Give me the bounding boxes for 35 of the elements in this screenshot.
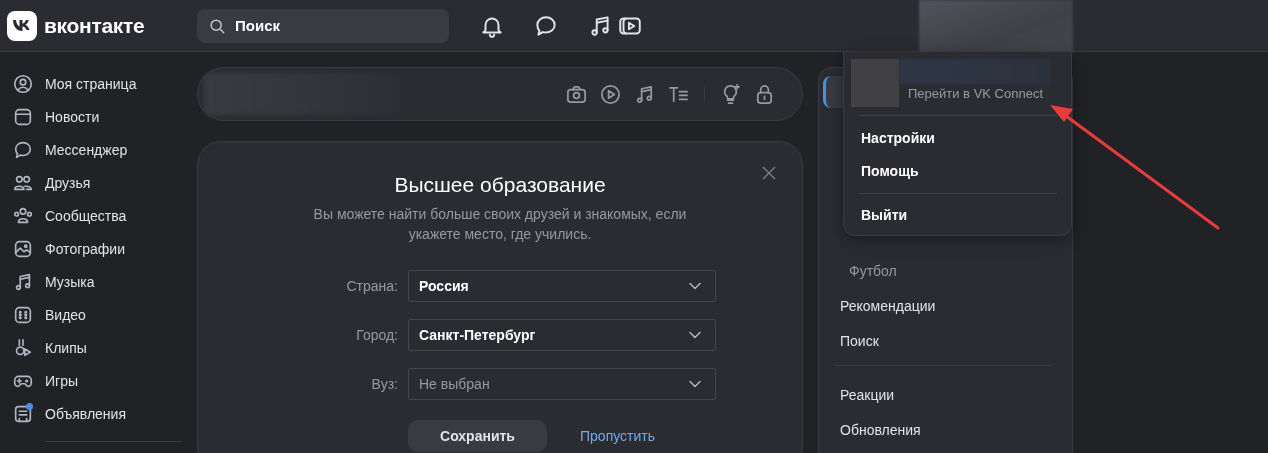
sidebar-item[interactable]: Музыка	[12, 265, 190, 298]
nav-item[interactable]: Реакции	[823, 377, 1064, 412]
nav-subitem[interactable]: Футбол	[823, 253, 1064, 288]
sidebar-item[interactable]: Игры	[12, 364, 190, 397]
dropdown-field[interactable]: Не выбран	[408, 368, 716, 400]
sidebar-item[interactable]: Мессенджер	[12, 133, 190, 166]
logo-text: вконтакте	[44, 13, 145, 38]
nav-item[interactable]: Поиск	[823, 323, 1064, 358]
sidebar-item[interactable]: Сообщества	[12, 199, 190, 232]
vk-connect-link[interactable]: Перейти в VK Connect	[908, 86, 1043, 107]
field-label: Страна:	[345, 278, 398, 294]
sidebar-item[interactable]: Видео	[12, 298, 190, 331]
nav-item[interactable]: Обновления	[823, 412, 1064, 447]
menu-item[interactable]: Настройки	[851, 121, 1057, 154]
field-label: Город:	[355, 327, 398, 343]
card-description: Вы можете найти больше своих друзей и знакомых, если укажете место, где учились.	[312, 205, 688, 244]
dropdown-field[interactable]: Россия	[408, 270, 716, 302]
sidebar-item[interactable]: Клипы	[12, 331, 190, 364]
user-circle-icon	[12, 72, 34, 95]
menu-item[interactable]: Помощь	[851, 154, 1057, 187]
menu-item[interactable]: Выйти	[859, 193, 1057, 231]
vk-logo-icon[interactable]	[7, 10, 37, 41]
save-button[interactable]: Сохранить	[408, 420, 547, 452]
sidebar-item[interactable]: Друзья	[12, 166, 190, 199]
sidebar-item[interactable]: Фотографии	[12, 232, 190, 265]
search-field[interactable]: Поиск	[197, 8, 449, 43]
dropdown-field[interactable]: Санкт-Петербург	[408, 319, 716, 351]
nav-item[interactable]: Рекомендации	[823, 288, 1064, 323]
field-label: Вуз:	[370, 376, 398, 392]
skip-link[interactable]: Пропустить	[580, 428, 655, 444]
sidebar-item[interactable]: Моя страница	[12, 67, 190, 100]
sidebar-item[interactable]: Новости	[12, 100, 190, 133]
sidebar-item[interactable]: Объявления	[12, 397, 190, 430]
card-title: Высшее образование	[394, 172, 606, 198]
play-circle-icon[interactable]	[599, 82, 622, 106]
